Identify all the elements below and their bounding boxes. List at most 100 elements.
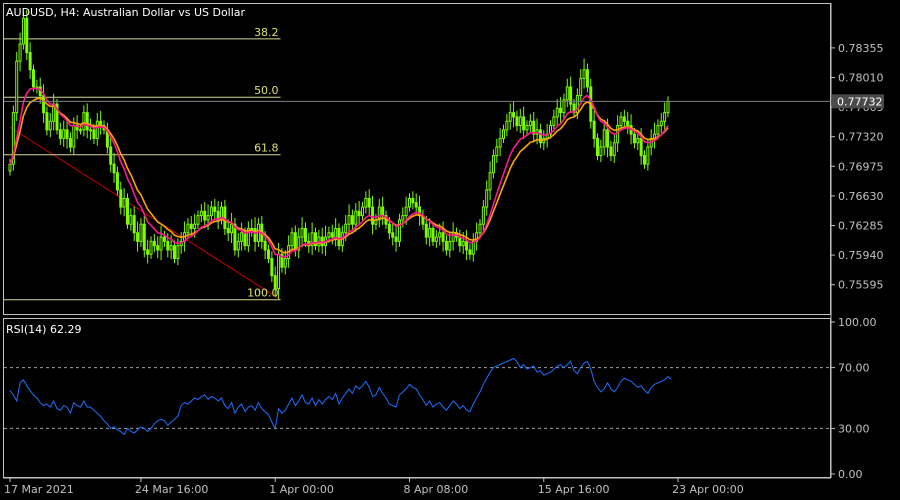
rsi-tick-label: 70.00 bbox=[838, 362, 870, 375]
candle-bear bbox=[626, 120, 630, 127]
price-tick-label: 0.78355 bbox=[838, 42, 884, 55]
candle-bear bbox=[226, 227, 230, 234]
candle-bull bbox=[15, 60, 19, 114]
main-pane-frame bbox=[3, 3, 831, 315]
candle-bull bbox=[491, 155, 495, 174]
candle-bull bbox=[602, 129, 606, 148]
candle-bull bbox=[616, 125, 620, 144]
candle-bear bbox=[411, 197, 415, 204]
candle-bull bbox=[159, 236, 163, 251]
candle-bear bbox=[381, 206, 385, 217]
candle-bear bbox=[559, 107, 563, 114]
candle-bull bbox=[79, 129, 82, 132]
candle-bull bbox=[599, 146, 603, 157]
fib-trend-line bbox=[9, 126, 281, 301]
candle-bull bbox=[139, 223, 143, 242]
candle-bull bbox=[283, 258, 287, 268]
candle-bear bbox=[223, 206, 227, 229]
rsi-line bbox=[9, 357, 672, 436]
candle-bear bbox=[441, 232, 445, 242]
candle-bull bbox=[193, 223, 197, 229]
candle-bear bbox=[243, 232, 247, 247]
candle-bear bbox=[465, 240, 469, 251]
candle-bear bbox=[585, 69, 589, 88]
candle-bull bbox=[448, 240, 452, 251]
candle-bear bbox=[592, 120, 596, 139]
candle-bear bbox=[414, 202, 418, 208]
candle-bull bbox=[361, 206, 364, 217]
candle-bear bbox=[65, 129, 69, 139]
candle-bear bbox=[394, 236, 398, 242]
candle-bear bbox=[468, 249, 472, 255]
candle-bear bbox=[203, 210, 207, 221]
candle-bull bbox=[250, 227, 254, 230]
candle-bear bbox=[25, 17, 29, 54]
candle-bear bbox=[357, 210, 361, 217]
candle-bull bbox=[663, 112, 667, 122]
chart-canvas[interactable]: 38.250.061.8100.0 0.783550.780100.776650… bbox=[0, 0, 900, 500]
candle-bull bbox=[502, 129, 505, 139]
candle-bear bbox=[99, 120, 103, 127]
rsi-label: RSI(14) 62.29 bbox=[6, 323, 81, 336]
candle-bull bbox=[666, 101, 670, 114]
candle-bear bbox=[112, 163, 116, 174]
candle-bull bbox=[495, 146, 499, 157]
candle-bear bbox=[512, 112, 516, 118]
candle-bear bbox=[162, 236, 166, 242]
candle-bull bbox=[471, 240, 475, 255]
candle-bear bbox=[391, 232, 395, 238]
candle-bear bbox=[350, 215, 354, 225]
candle-bear bbox=[213, 206, 217, 212]
candle-bull bbox=[149, 240, 153, 255]
candle-bull bbox=[656, 125, 660, 135]
candle-bear bbox=[444, 240, 448, 251]
candle-bull bbox=[434, 236, 438, 242]
candle-bull bbox=[18, 43, 22, 62]
candle-bull bbox=[401, 215, 405, 221]
candle-bull bbox=[518, 116, 522, 127]
time-tick-label: 24 Mar 16:00 bbox=[135, 483, 208, 496]
candle-bull bbox=[230, 223, 234, 234]
candle-bull bbox=[525, 125, 529, 131]
candle-bear bbox=[173, 245, 176, 260]
candle-bull bbox=[488, 172, 492, 191]
candle-bull bbox=[89, 129, 93, 132]
time-tick-label: 8 Apr 08:00 bbox=[404, 483, 469, 496]
candle-bear bbox=[28, 52, 32, 71]
candle-bull bbox=[646, 146, 650, 165]
candle-bull bbox=[209, 206, 213, 217]
candle-bull bbox=[636, 137, 640, 144]
candle-bull bbox=[478, 223, 482, 234]
candle-bear bbox=[126, 197, 129, 225]
candle-bear bbox=[132, 215, 136, 234]
candle-bear bbox=[320, 236, 324, 247]
candle-bull bbox=[300, 227, 304, 238]
candle-bull bbox=[659, 120, 663, 127]
candle-bull bbox=[485, 189, 489, 208]
time-tick-label: 17 Mar 2021 bbox=[4, 483, 74, 496]
candle-bear bbox=[136, 232, 140, 242]
candle-bull bbox=[552, 116, 556, 127]
candle-bull bbox=[505, 120, 509, 131]
candle-bear bbox=[632, 133, 636, 144]
candle-bear bbox=[85, 112, 89, 131]
candle-bull bbox=[612, 142, 616, 157]
chart-title: AUDUSD, H4: Australian Dollar vs US Doll… bbox=[6, 6, 246, 19]
candle-bear bbox=[371, 206, 375, 225]
candle-bull bbox=[347, 215, 351, 225]
candle-bull bbox=[438, 232, 442, 238]
candle-bear bbox=[115, 172, 119, 191]
price-tick-label: 0.76630 bbox=[838, 190, 884, 203]
rsi-tick-label: 100.00 bbox=[838, 316, 877, 329]
candle-bull bbox=[176, 245, 180, 260]
candle-bull bbox=[565, 86, 569, 101]
candle-bull bbox=[62, 129, 66, 139]
price-tick-label: 0.77320 bbox=[838, 131, 884, 144]
candle-bull bbox=[277, 253, 281, 290]
fib-level-label: 61.8 bbox=[254, 142, 279, 155]
candle-bull bbox=[364, 197, 368, 208]
candle-bull bbox=[579, 77, 583, 97]
candle-bull bbox=[48, 120, 52, 131]
candle-bull bbox=[169, 245, 173, 251]
candle-bull bbox=[528, 120, 532, 127]
